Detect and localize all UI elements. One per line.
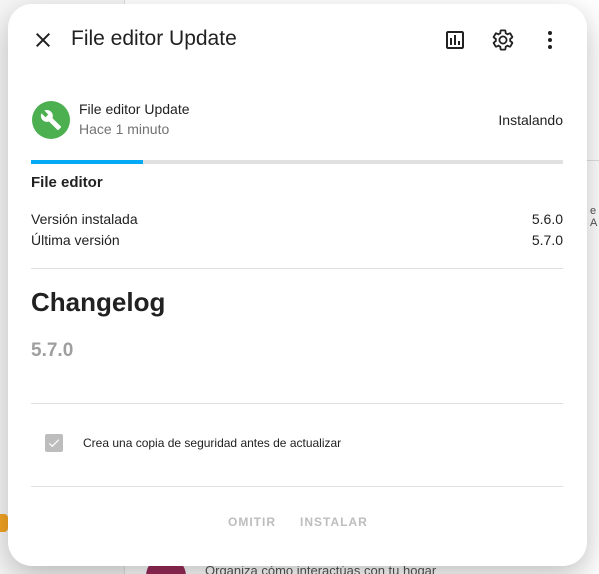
check-icon xyxy=(48,439,60,448)
entity-row: File editor Update Hace 1 minuto Instala… xyxy=(31,100,563,144)
install-progress-bar xyxy=(31,160,563,164)
backup-checkbox[interactable] xyxy=(45,434,63,452)
entity-last-changed: Hace 1 minuto xyxy=(79,121,170,137)
divider xyxy=(31,403,563,404)
gear-icon xyxy=(492,29,514,51)
dots-vertical-icon xyxy=(548,31,552,49)
entity-state: Instalando xyxy=(498,112,563,128)
addon-title: File editor xyxy=(31,174,103,191)
close-button[interactable] xyxy=(23,20,63,60)
wrench-icon xyxy=(40,110,62,131)
dialog-header: File editor Update xyxy=(8,4,587,76)
settings-button[interactable] xyxy=(483,20,523,60)
history-button[interactable] xyxy=(435,20,475,60)
installed-version-value: 5.6.0 xyxy=(531,211,563,227)
update-dialog: File editor Update File editor Update Ha… xyxy=(8,4,587,566)
entity-icon-badge xyxy=(32,101,70,139)
installed-version-row: Versión instalada 5.6.0 xyxy=(31,211,563,231)
backup-label: Crea una copia de seguridad antes de act… xyxy=(83,436,342,450)
dialog-actions: OMITIR INSTALAR xyxy=(8,509,587,539)
skip-button[interactable]: OMITIR xyxy=(228,515,276,529)
close-icon xyxy=(36,33,50,47)
install-progress-fill xyxy=(31,160,143,164)
changelog-title: Changelog xyxy=(31,287,166,317)
latest-version-label: Última versión xyxy=(31,232,120,248)
install-button[interactable]: INSTALAR xyxy=(300,515,368,529)
chart-box-icon xyxy=(446,31,464,49)
background-badge xyxy=(0,514,8,532)
background-edge-text: e A xyxy=(590,205,598,229)
installed-version-label: Versión instalada xyxy=(31,211,138,227)
dialog-title: File editor Update xyxy=(71,27,237,50)
divider xyxy=(31,268,563,269)
more-options-button[interactable] xyxy=(530,20,570,60)
entity-name: File editor Update xyxy=(79,101,190,117)
changelog-version: 5.7.0 xyxy=(31,340,74,361)
latest-version-value: 5.7.0 xyxy=(531,232,563,248)
divider xyxy=(31,486,563,487)
latest-version-row: Última versión 5.7.0 xyxy=(31,232,563,252)
